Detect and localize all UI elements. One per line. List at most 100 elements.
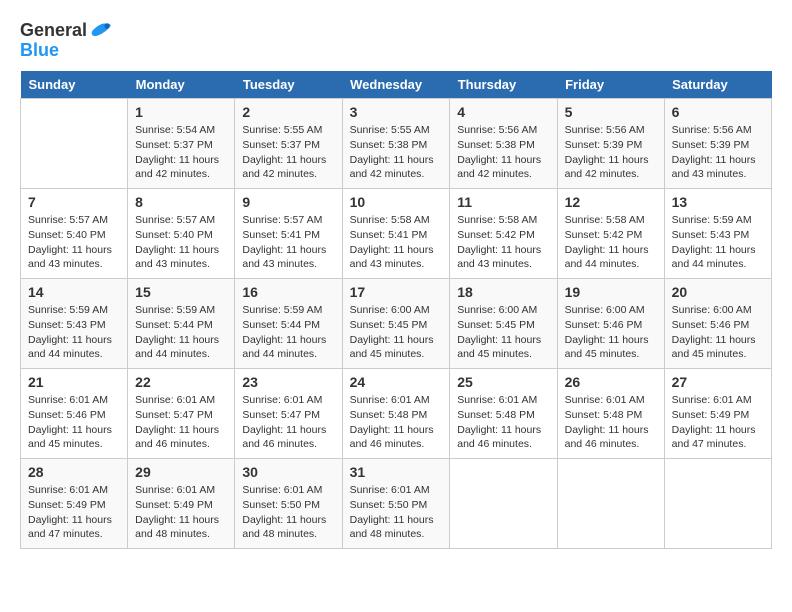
day-number: 31 <box>350 464 443 480</box>
page-header: General Blue <box>20 20 772 61</box>
day-number: 29 <box>135 464 227 480</box>
day-cell: 21 Sunrise: 6:01 AMSunset: 5:46 PMDayligh… <box>21 369 128 459</box>
day-cell <box>664 459 771 549</box>
day-number: 27 <box>672 374 764 390</box>
day-number: 20 <box>672 284 764 300</box>
day-number: 10 <box>350 194 443 210</box>
day-info: Sunrise: 6:01 AMSunset: 5:49 PMDaylight:… <box>135 483 227 542</box>
day-cell: 1 Sunrise: 5:54 AMSunset: 5:37 PMDaylight… <box>128 99 235 189</box>
week-row-4: 21 Sunrise: 6:01 AMSunset: 5:46 PMDayligh… <box>21 369 772 459</box>
column-header-wednesday: Wednesday <box>342 71 450 99</box>
day-info: Sunrise: 5:56 AMSunset: 5:39 PMDaylight:… <box>565 123 657 182</box>
week-row-5: 28Sunrise: 6:01 AMSunset: 5:49 PMDayligh… <box>21 459 772 549</box>
day-info: Sunrise: 6:00 AMSunset: 5:46 PMDaylight:… <box>565 303 657 362</box>
day-info: Sunrise: 5:58 AMSunset: 5:41 PMDaylight:… <box>350 213 443 272</box>
calendar-table: SundayMondayTuesdayWednesdayThursdayFrid… <box>20 71 772 549</box>
day-info: Sunrise: 6:01 AMSunset: 5:50 PMDaylight:… <box>350 483 443 542</box>
column-header-tuesday: Tuesday <box>235 71 342 99</box>
day-number: 12 <box>565 194 657 210</box>
day-number: 1 <box>135 104 227 120</box>
day-info: Sunrise: 5:55 AMSunset: 5:38 PMDaylight:… <box>350 123 443 182</box>
day-cell: 11Sunrise: 5:58 AMSunset: 5:42 PMDayligh… <box>450 189 557 279</box>
day-cell: 6 Sunrise: 5:56 AMSunset: 5:39 PMDaylight… <box>664 99 771 189</box>
column-header-friday: Friday <box>557 71 664 99</box>
day-cell: 29 Sunrise: 6:01 AMSunset: 5:49 PMDayligh… <box>128 459 235 549</box>
day-number: 4 <box>457 104 549 120</box>
day-cell: 20 Sunrise: 6:00 AMSunset: 5:46 PMDayligh… <box>664 279 771 369</box>
day-number: 16 <box>242 284 334 300</box>
day-info: Sunrise: 5:58 AMSunset: 5:42 PMDaylight:… <box>457 213 549 272</box>
column-header-monday: Monday <box>128 71 235 99</box>
day-info: Sunrise: 6:01 AMSunset: 5:47 PMDaylight:… <box>135 393 227 452</box>
day-info: Sunrise: 6:01 AMSunset: 5:47 PMDaylight:… <box>242 393 334 452</box>
day-number: 30 <box>242 464 334 480</box>
day-number: 13 <box>672 194 764 210</box>
day-info: Sunrise: 5:57 AMSunset: 5:40 PMDaylight:… <box>135 213 227 272</box>
day-cell: 4 Sunrise: 5:56 AMSunset: 5:38 PMDaylight… <box>450 99 557 189</box>
week-row-1: 1 Sunrise: 5:54 AMSunset: 5:37 PMDaylight… <box>21 99 772 189</box>
day-cell: 2Sunrise: 5:55 AMSunset: 5:37 PMDaylight… <box>235 99 342 189</box>
day-number: 18 <box>457 284 549 300</box>
day-cell: 30Sunrise: 6:01 AMSunset: 5:50 PMDayligh… <box>235 459 342 549</box>
day-number: 6 <box>672 104 764 120</box>
day-number: 8 <box>135 194 227 210</box>
day-info: Sunrise: 5:56 AMSunset: 5:38 PMDaylight:… <box>457 123 549 182</box>
logo-container: General Blue <box>20 20 111 61</box>
day-cell: 14 Sunrise: 5:59 AMSunset: 5:43 PMDayligh… <box>21 279 128 369</box>
day-info: Sunrise: 5:55 AMSunset: 5:37 PMDaylight:… <box>242 123 334 182</box>
day-cell: 25 Sunrise: 6:01 AMSunset: 5:48 PMDayligh… <box>450 369 557 459</box>
day-cell: 15 Sunrise: 5:59 AMSunset: 5:44 PMDayligh… <box>128 279 235 369</box>
day-info: Sunrise: 6:00 AMSunset: 5:45 PMDaylight:… <box>457 303 549 362</box>
day-number: 25 <box>457 374 549 390</box>
logo: General Blue <box>20 20 111 61</box>
day-info: Sunrise: 6:01 AMSunset: 5:48 PMDaylight:… <box>565 393 657 452</box>
day-cell: 31 Sunrise: 6:01 AMSunset: 5:50 PMDayligh… <box>342 459 450 549</box>
day-number: 19 <box>565 284 657 300</box>
day-info: Sunrise: 5:59 AMSunset: 5:44 PMDaylight:… <box>135 303 227 362</box>
day-cell <box>450 459 557 549</box>
day-cell: 10 Sunrise: 5:58 AMSunset: 5:41 PMDayligh… <box>342 189 450 279</box>
day-cell: 3 Sunrise: 5:55 AMSunset: 5:38 PMDaylight… <box>342 99 450 189</box>
week-row-3: 14 Sunrise: 5:59 AMSunset: 5:43 PMDayligh… <box>21 279 772 369</box>
day-info: Sunrise: 6:01 AMSunset: 5:49 PMDaylight:… <box>672 393 764 452</box>
day-cell: 13Sunrise: 5:59 AMSunset: 5:43 PMDayligh… <box>664 189 771 279</box>
day-number: 24 <box>350 374 443 390</box>
day-info: Sunrise: 6:00 AMSunset: 5:45 PMDaylight:… <box>350 303 443 362</box>
day-number: 14 <box>28 284 120 300</box>
day-number: 22 <box>135 374 227 390</box>
day-cell: 23 Sunrise: 6:01 AMSunset: 5:47 PMDayligh… <box>235 369 342 459</box>
day-cell: 27 Sunrise: 6:01 AMSunset: 5:49 PMDayligh… <box>664 369 771 459</box>
day-cell: 7Sunrise: 5:57 AMSunset: 5:40 PMDaylight… <box>21 189 128 279</box>
day-cell: 9Sunrise: 5:57 AMSunset: 5:41 PMDaylight… <box>235 189 342 279</box>
day-number: 5 <box>565 104 657 120</box>
column-header-saturday: Saturday <box>664 71 771 99</box>
logo-bird-icon <box>89 22 111 40</box>
day-info: Sunrise: 5:58 AMSunset: 5:42 PMDaylight:… <box>565 213 657 272</box>
day-cell: 12 Sunrise: 5:58 AMSunset: 5:42 PMDayligh… <box>557 189 664 279</box>
day-cell: 24 Sunrise: 6:01 AMSunset: 5:48 PMDayligh… <box>342 369 450 459</box>
logo-text-general: General <box>20 20 87 42</box>
day-info: Sunrise: 5:54 AMSunset: 5:37 PMDaylight:… <box>135 123 227 182</box>
day-cell: 17Sunrise: 6:00 AMSunset: 5:45 PMDayligh… <box>342 279 450 369</box>
day-number: 3 <box>350 104 443 120</box>
day-cell: 5 Sunrise: 5:56 AMSunset: 5:39 PMDaylight… <box>557 99 664 189</box>
day-number: 15 <box>135 284 227 300</box>
day-info: Sunrise: 6:01 AMSunset: 5:48 PMDaylight:… <box>457 393 549 452</box>
day-cell: 18 Sunrise: 6:00 AMSunset: 5:45 PMDayligh… <box>450 279 557 369</box>
day-number: 21 <box>28 374 120 390</box>
day-number: 9 <box>242 194 334 210</box>
day-info: Sunrise: 6:00 AMSunset: 5:46 PMDaylight:… <box>672 303 764 362</box>
day-info: Sunrise: 6:01 AMSunset: 5:48 PMDaylight:… <box>350 393 443 452</box>
day-info: Sunrise: 5:59 AMSunset: 5:43 PMDaylight:… <box>28 303 120 362</box>
day-info: Sunrise: 6:01 AMSunset: 5:46 PMDaylight:… <box>28 393 120 452</box>
day-cell: 19 Sunrise: 6:00 AMSunset: 5:46 PMDayligh… <box>557 279 664 369</box>
day-info: Sunrise: 6:01 AMSunset: 5:49 PMDaylight:… <box>28 483 120 542</box>
day-number: 23 <box>242 374 334 390</box>
day-info: Sunrise: 5:56 AMSunset: 5:39 PMDaylight:… <box>672 123 764 182</box>
day-number: 26 <box>565 374 657 390</box>
day-cell: 28Sunrise: 6:01 AMSunset: 5:49 PMDayligh… <box>21 459 128 549</box>
column-header-sunday: Sunday <box>21 71 128 99</box>
column-header-thursday: Thursday <box>450 71 557 99</box>
day-cell: 22 Sunrise: 6:01 AMSunset: 5:47 PMDayligh… <box>128 369 235 459</box>
day-cell: 8 Sunrise: 5:57 AMSunset: 5:40 PMDaylight… <box>128 189 235 279</box>
